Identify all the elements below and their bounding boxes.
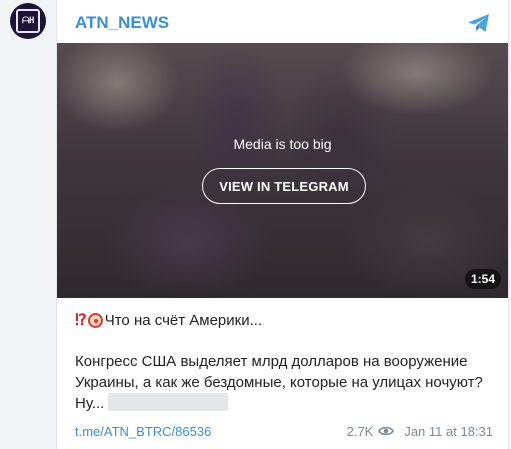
media-too-big-message: Media is too big	[233, 136, 332, 152]
post-title: Что на счёт Америки...	[104, 312, 263, 329]
post-title-line: ⁉ Что на счёт Америки...	[75, 310, 500, 331]
channel-avatar[interactable]: ᗩH	[10, 3, 46, 39]
post-date[interactable]: Jan 11 at 18:31	[404, 424, 493, 439]
double-exclamation-icon: ⁉	[75, 312, 87, 329]
post-text: ⁉ Что на счёт Америки... Конгресс США вы…	[75, 310, 500, 414]
channel-logo-icon: ᗩH	[16, 9, 40, 33]
post-footer: t.me/ATN_BTRC/86536 2.7K Jan 11 at 18:31	[75, 422, 493, 440]
post-card: ATN_NEWS Media is too big VIEW IN TELEGR…	[56, 0, 509, 449]
post-link[interactable]: t.me/ATN_BTRC/86536	[75, 424, 211, 439]
media-preview[interactable]: Media is too big VIEW IN TELEGRAM 1:54	[57, 43, 508, 298]
eye-icon	[378, 426, 395, 436]
view-count: 2.7K	[346, 423, 374, 439]
clown-face-icon	[87, 313, 103, 328]
spoiler-block[interactable]	[108, 393, 229, 411]
view-in-telegram-button[interactable]: VIEW IN TELEGRAM	[202, 168, 366, 204]
video-duration-badge: 1:54	[464, 269, 501, 289]
telegram-plane-icon[interactable]	[465, 9, 493, 37]
post-body: Конгресс США выделяет млрд долларов на в…	[75, 351, 500, 414]
channel-name[interactable]: ATN_NEWS	[75, 13, 169, 33]
